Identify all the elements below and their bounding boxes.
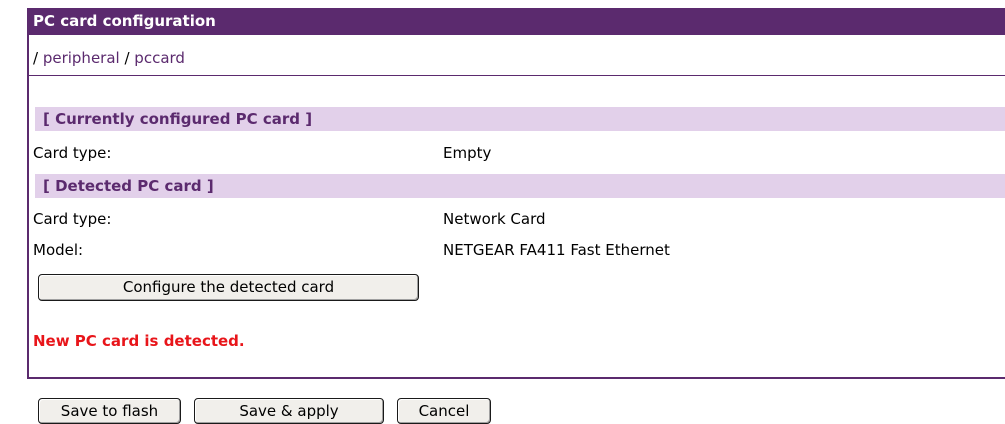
breadcrumb: / peripheral / pccard xyxy=(33,48,185,68)
breadcrumb-separator: / xyxy=(119,49,135,67)
status-message: New PC card is detected. xyxy=(33,332,245,350)
save-to-flash-button[interactable]: Save to flash xyxy=(38,398,181,424)
pccard-config-panel: PC card configuration / peripheral / pcc… xyxy=(27,8,1005,379)
section-header-current-card: [ Currently configured PC card ] xyxy=(35,107,1005,131)
detected-model-label: Model: xyxy=(33,241,84,259)
detected-card-type-value: Network Card xyxy=(443,210,546,228)
configure-detected-card-button[interactable]: Configure the detected card xyxy=(38,274,419,301)
breadcrumb-link-peripheral[interactable]: peripheral xyxy=(43,49,120,67)
breadcrumb-separator: / xyxy=(33,49,43,67)
current-card-type-value: Empty xyxy=(443,144,492,162)
detected-model-value: NETGEAR FA411 Fast Ethernet xyxy=(443,241,670,259)
save-and-apply-button[interactable]: Save & apply xyxy=(194,398,384,424)
section-header-detected-card: [ Detected PC card ] xyxy=(35,174,1005,198)
panel-title: PC card configuration xyxy=(29,8,1005,35)
current-card-type-label: Card type: xyxy=(33,144,112,162)
cancel-button[interactable]: Cancel xyxy=(397,398,491,424)
detected-card-type-label: Card type: xyxy=(33,210,112,228)
breadcrumb-link-pccard[interactable]: pccard xyxy=(134,49,185,67)
breadcrumb-divider xyxy=(29,75,1005,76)
